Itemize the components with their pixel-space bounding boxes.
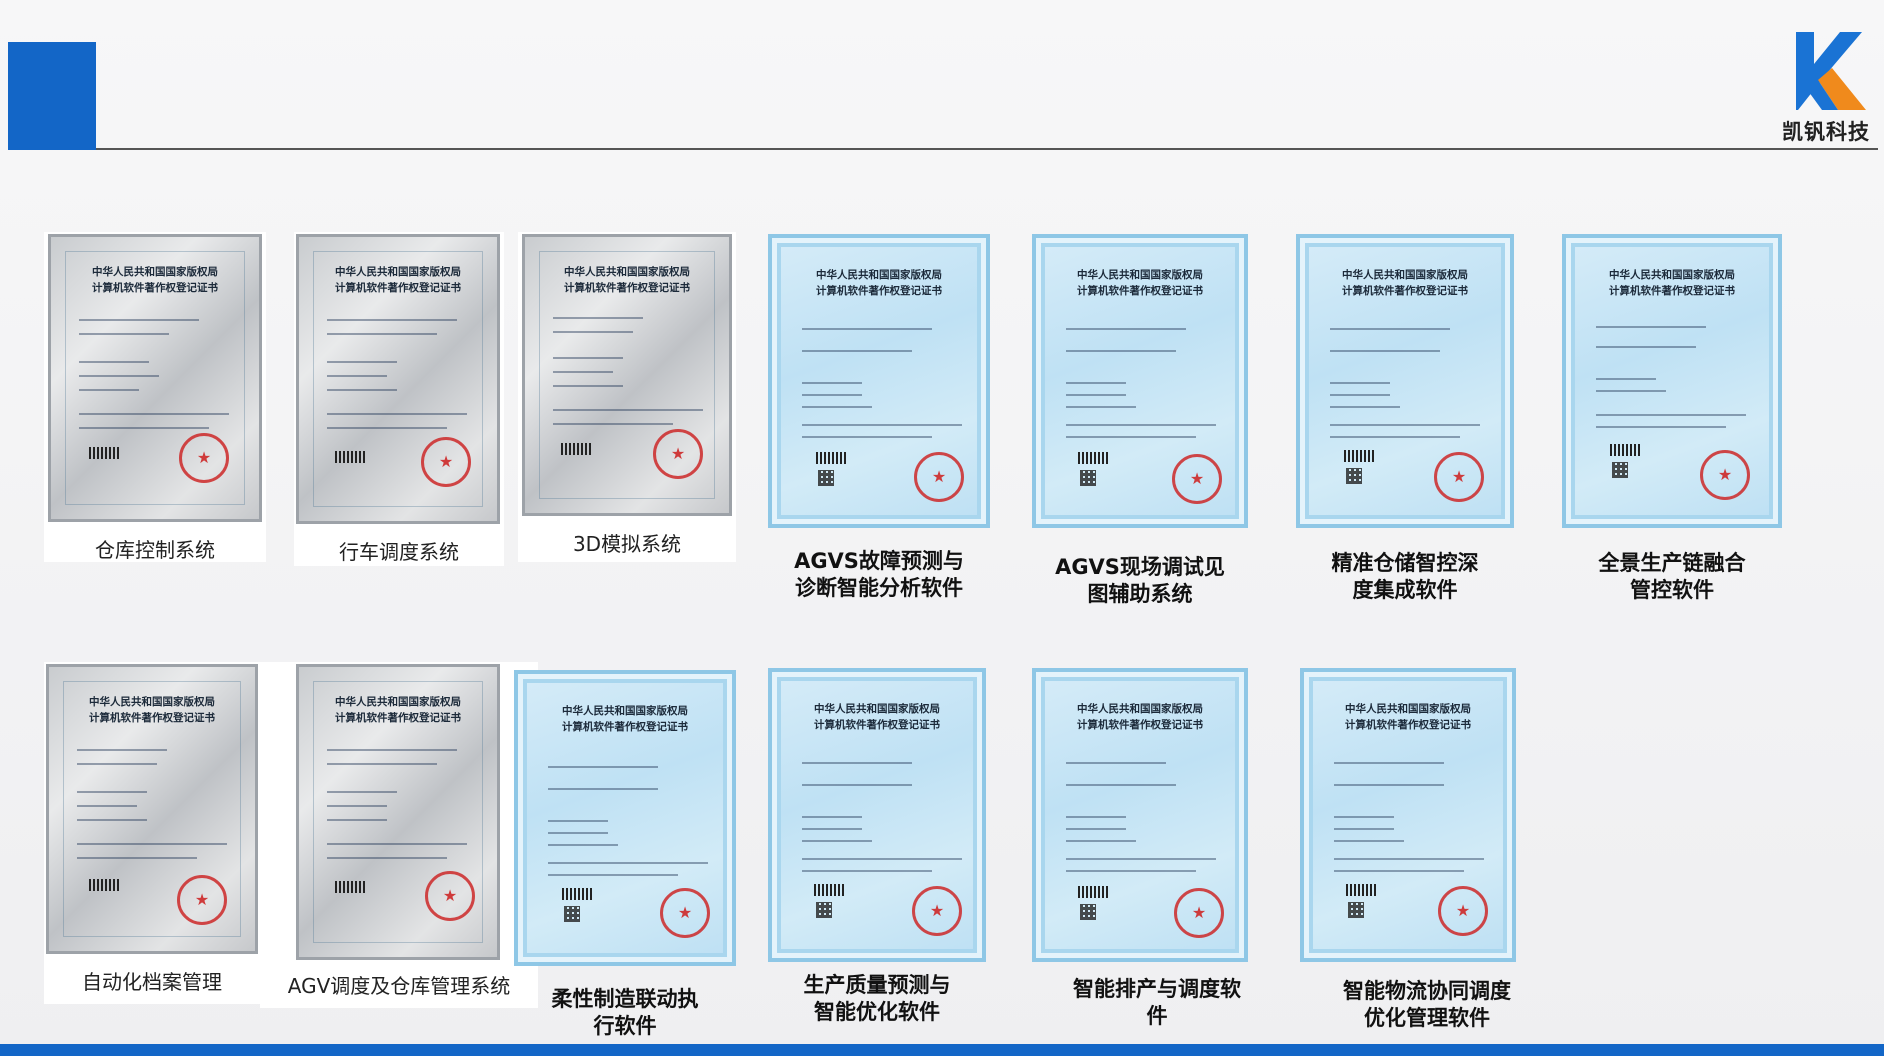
cert-caption: 仓库控制系统 [95, 538, 215, 562]
cert-caption: AGVS现场调试见 图辅助系统 [1055, 555, 1225, 606]
certificate-image: 中华人民共和国国家版权局 计算机软件著作权登记证书 [296, 234, 500, 524]
cert-caption: AGVS故障预测与 诊断智能分析软件 [794, 549, 964, 600]
header-accent-block [8, 42, 96, 150]
cert-caption: AGV调度及仓库管理系统 [287, 974, 511, 998]
certificate-image: 中华人民共和国国家版权局 计算机软件著作权登记证书 [522, 234, 732, 516]
cert-caption: 智能排产与调度软 件 [1073, 977, 1241, 1028]
logo-k-icon [1796, 32, 1866, 110]
cert-caption: 自动化档案管理 [82, 970, 222, 994]
cert-caption: 柔性制造联动执 行软件 [551, 987, 699, 1038]
certificate-image: 中华人民共和国国家版权局 计算机软件著作权登记证书 [514, 670, 736, 966]
cert-card-logistics-coordination: 中华人民共和国国家版权局 计算机软件著作权登记证书 智能物流协同调度 优化管理软… [1298, 666, 1518, 1046]
cert-caption: 3D模拟系统 [572, 532, 682, 556]
certificate-image: 中华人民共和国国家版权局 计算机软件著作权登记证书 [1296, 234, 1514, 528]
cert-card-archive-management: 中华人民共和国国家版权局 计算机软件著作权登记证书 自动化档案管理 [44, 662, 260, 1004]
cert-card-flexible-manufacturing: 中华人民共和国国家版权局 计算机软件著作权登记证书 柔性制造联动执 行软件 [512, 668, 738, 1048]
cert-caption: 精准仓储智控深 度集成软件 [1331, 551, 1479, 602]
cert-card-crane-scheduling: 中华人民共和国国家版权局 计算机软件著作权登记证书 行车调度系统 [294, 232, 504, 566]
cert-caption: 生产质量预测与 智能优化软件 [803, 973, 951, 1024]
header-divider [96, 148, 1878, 150]
certificate-image: 中华人民共和国国家版权局 计算机软件著作权登记证书 [296, 664, 500, 960]
cert-card-3d-simulation: 中华人民共和国国家版权局 计算机软件著作权登记证书 3D模拟系统 [518, 232, 736, 562]
company-logo: 凯钒科技 [1776, 30, 1876, 150]
certificate-image: 中华人民共和国国家版权局 计算机软件著作权登记证书 [768, 234, 990, 528]
footer-bar [0, 1044, 1884, 1056]
certificate-image: 中华人民共和国国家版权局 计算机软件著作权登记证书 [1032, 234, 1248, 528]
cert-card-quality-prediction: 中华人民共和国国家版权局 计算机软件著作权登记证书 生产质量预测与 智能优化软件 [766, 666, 988, 1046]
certificate-image: 中华人民共和国国家版权局 计算机软件著作权登记证书 [46, 664, 258, 954]
cert-card-production-scheduling: 中华人民共和国国家版权局 计算机软件著作权登记证书 智能排产与调度软 件 [1030, 666, 1250, 1046]
logo-text: 凯钒科技 [1782, 120, 1870, 144]
cert-caption: 行车调度系统 [339, 540, 459, 564]
cert-card-precise-warehousing: 中华人民共和国国家版权局 计算机软件著作权登记证书 精准仓储智控深 度集成软件 [1294, 232, 1516, 612]
cert-card-warehouse-control: 中华人民共和国国家版权局 计算机软件著作权登记证书 仓库控制系统 [44, 232, 266, 562]
certificate-image: 中华人民共和国国家版权局 计算机软件著作权登记证书 [1032, 668, 1248, 962]
certificate-image: 中华人民共和国国家版权局 计算机软件著作权登记证书 [1300, 668, 1516, 962]
cert-caption: 智能物流协同调度 优化管理软件 [1343, 979, 1511, 1030]
cert-card-agv-dispatch-warehouse: 中华人民共和国国家版权局 计算机软件著作权登记证书 AGV调度及仓库管理系统 [260, 662, 538, 1008]
cert-card-panoramic-production: 中华人民共和国国家版权局 计算机软件著作权登记证书 全景生产链融合 管控软件 [1560, 232, 1784, 612]
cert-card-agvs-debugging: 中华人民共和国国家版权局 计算机软件著作权登记证书 AGVS现场调试见 图辅助系… [1030, 232, 1250, 612]
certificate-image: 中华人民共和国国家版权局 计算机软件著作权登记证书 [48, 234, 262, 522]
certificate-image: 中华人民共和国国家版权局 计算机软件著作权登记证书 [1562, 234, 1782, 528]
certificate-image: 中华人民共和国国家版权局 计算机软件著作权登记证书 [768, 668, 986, 962]
cert-card-agvs-fault-prediction: 中华人民共和国国家版权局 计算机软件著作权登记证书 AGVS故障预测与 诊断智能… [766, 232, 992, 612]
cert-caption: 全景生产链融合 管控软件 [1598, 551, 1746, 602]
